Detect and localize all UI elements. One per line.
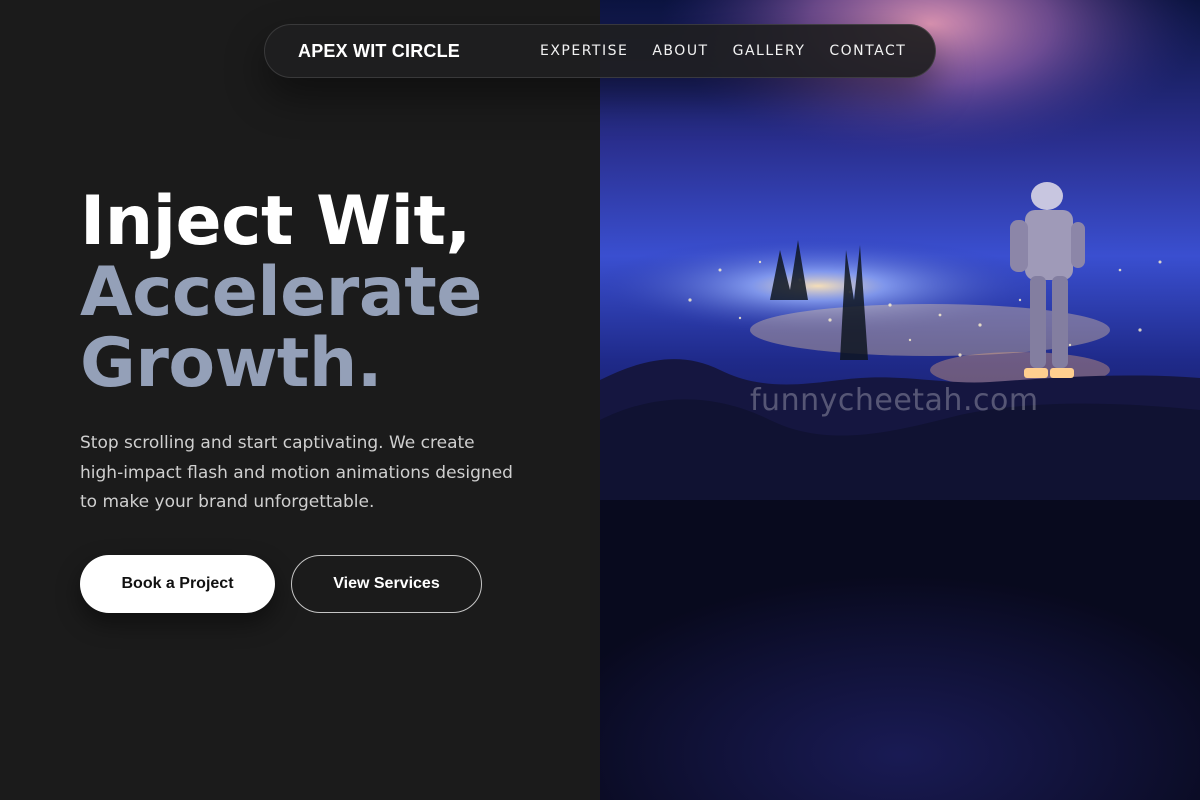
view-services-button[interactable]: View Services [291, 555, 482, 613]
headline-line-2: Accelerate [80, 253, 482, 332]
hero-image: funnycheetah.com [600, 0, 1200, 800]
hero-actions: Book a Project View Services [80, 555, 482, 613]
hero-section: Inject Wit, Accelerate Growth. Stop scro… [80, 186, 580, 518]
hero-headline: Inject Wit, Accelerate Growth. [80, 186, 580, 399]
headline-line-1: Inject Wit, [80, 182, 471, 261]
watermark-text: funnycheetah.com [750, 383, 1039, 418]
nav-link-expertise[interactable]: EXPERTISE [540, 25, 628, 77]
book-project-button[interactable]: Book a Project [80, 555, 275, 613]
hero-subtitle: Stop scrolling and start captivating. We… [80, 433, 513, 512]
top-navbar: APEX WIT CIRCLE EXPERTISE ABOUT GALLERY … [264, 24, 936, 78]
nav-link-gallery[interactable]: GALLERY [733, 25, 806, 77]
brand-logo-text[interactable]: APEX WIT CIRCLE [298, 25, 460, 77]
nav-link-contact[interactable]: CONTACT [829, 25, 906, 77]
headline-line-3: Growth. [80, 324, 383, 403]
nav-links: EXPERTISE ABOUT GALLERY CONTACT [540, 25, 930, 77]
nav-link-about[interactable]: ABOUT [652, 25, 708, 77]
